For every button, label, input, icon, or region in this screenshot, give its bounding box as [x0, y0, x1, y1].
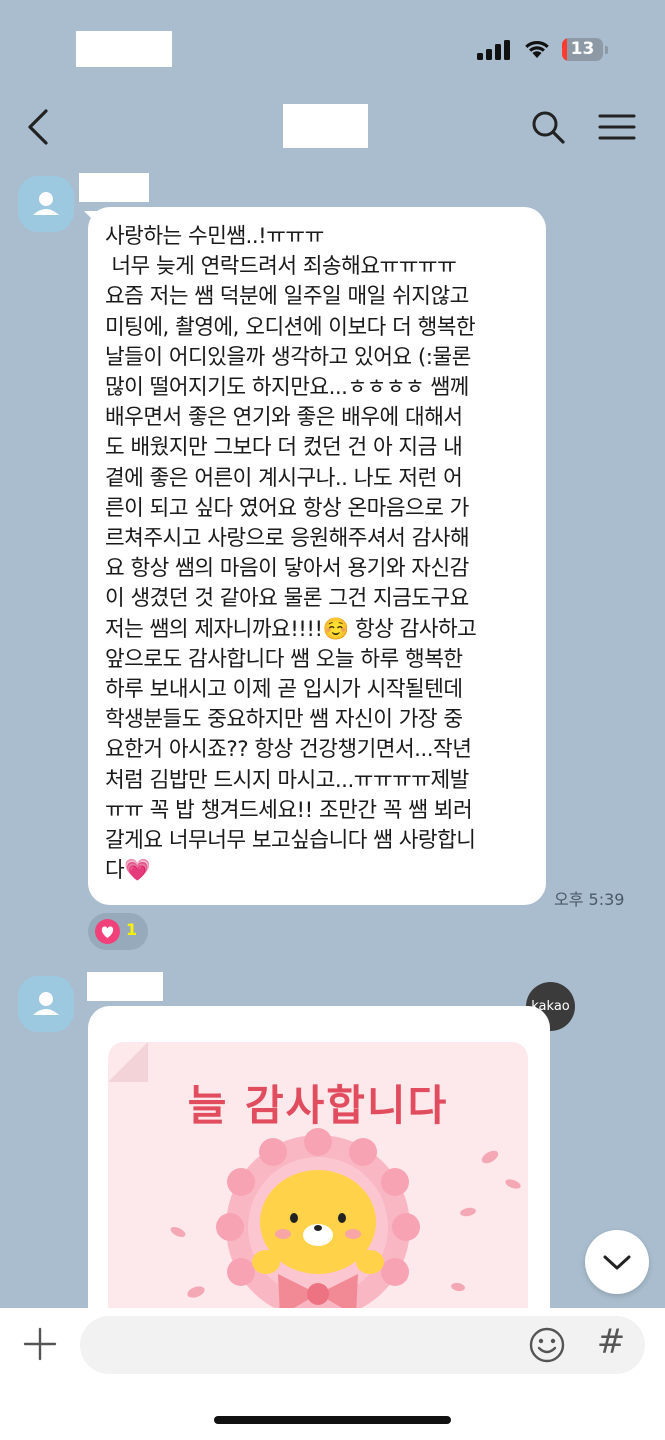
battery-indicator: 13 — [562, 38, 608, 61]
default-profile-icon — [33, 192, 59, 215]
chat-header — [0, 95, 665, 165]
default-profile-icon — [33, 992, 59, 1015]
sender-name-redaction — [79, 173, 149, 202]
chevron-down-icon — [603, 1255, 631, 1270]
wifi-icon — [525, 40, 549, 58]
message-timestamp: 오후 5:39 — [554, 890, 625, 909]
status-bar: 13 — [0, 0, 665, 95]
avatar[interactable] — [18, 976, 74, 1032]
time-redaction — [76, 31, 172, 67]
reaction-count: 1 — [126, 920, 138, 939]
scroll-to-bottom-button[interactable] — [585, 1230, 649, 1294]
sticker-message[interactable]: 늘 감사합니다 — [88, 1006, 550, 1316]
search-icon[interactable] — [530, 109, 566, 145]
sender-name-redaction — [87, 972, 163, 1001]
message-text: 사랑하는 수민쌤..!ㅠㅠㅠ 너무 늦게 연락드려서 죄송해요ㅠㅠㅠㅠ 요즘 저… — [105, 224, 477, 884]
heart-icon — [95, 919, 120, 944]
cellular-signal-icon — [477, 40, 510, 60]
chat-title-redaction — [283, 104, 368, 148]
message-bubble[interactable]: 사랑하는 수민쌤..!ㅠㅠㅠ 너무 늦게 연락드려서 죄송해요ㅠㅠㅠㅠ 요즘 저… — [88, 207, 546, 905]
plus-icon[interactable] — [22, 1326, 58, 1362]
reaction-badge[interactable]: 1 — [88, 913, 148, 950]
sticker-image: 늘 감사합니다 — [108, 1042, 528, 1316]
battery-level: 13 — [570, 39, 595, 59]
sticker-caption: 늘 감사합니다 — [187, 1081, 449, 1130]
home-indicator — [214, 1416, 451, 1424]
hamburger-menu-icon[interactable] — [598, 112, 636, 142]
emoji-icon[interactable] — [528, 1326, 566, 1364]
chevron-left-icon[interactable] — [20, 107, 60, 147]
avatar[interactable] — [18, 176, 74, 232]
hash-icon[interactable]: # — [594, 1322, 628, 1362]
